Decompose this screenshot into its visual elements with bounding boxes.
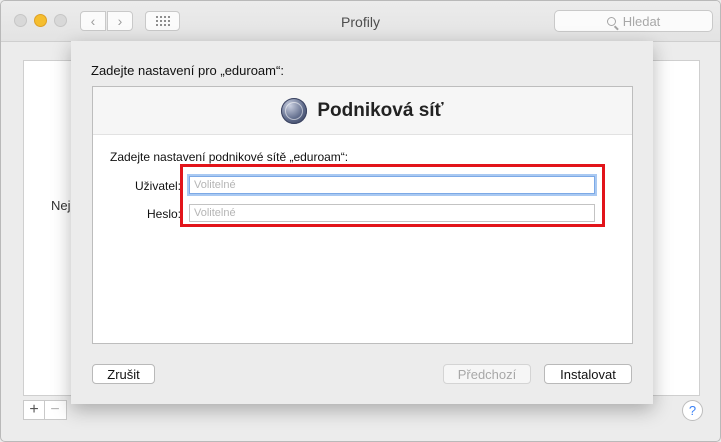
title-bar: ‹ › Profily Hledat <box>1 1 720 42</box>
panel-heading: Podniková síť <box>317 99 444 121</box>
empty-list-text: Nej <box>51 198 71 213</box>
add-profile-button[interactable]: + <box>24 401 44 419</box>
settings-panel: Podniková síť Zadejte nastavení podnikov… <box>92 86 633 344</box>
help-button[interactable]: ? <box>682 400 703 421</box>
network-globe-icon <box>281 97 308 124</box>
search-icon <box>606 16 616 26</box>
remove-profile-button[interactable]: − <box>44 401 65 419</box>
add-remove-control: + − <box>23 400 67 420</box>
panel-subtitle: Zadejte nastavení podnikové sítě „eduroa… <box>110 150 349 164</box>
install-button[interactable]: Instalovat <box>544 364 632 384</box>
panel-header: Podniková síť <box>93 87 632 135</box>
search-placeholder: Hledat <box>622 13 661 29</box>
cancel-button[interactable]: Zrušit <box>92 364 155 384</box>
install-profile-sheet: Zadejte nastavení pro „eduroam“: Podniko… <box>71 41 653 404</box>
username-input[interactable] <box>189 176 595 194</box>
profiles-window: ‹ › Profily Hledat Nej + − ? Zadejte nas… <box>0 0 721 442</box>
previous-button[interactable]: Předchozí <box>443 364 531 384</box>
username-label: Uživatel: <box>134 179 181 193</box>
password-input[interactable] <box>189 204 595 222</box>
sheet-title: Zadejte nastavení pro „eduroam“: <box>91 63 284 78</box>
search-field[interactable]: Hledat <box>554 10 713 32</box>
password-label: Heslo: <box>146 207 181 221</box>
